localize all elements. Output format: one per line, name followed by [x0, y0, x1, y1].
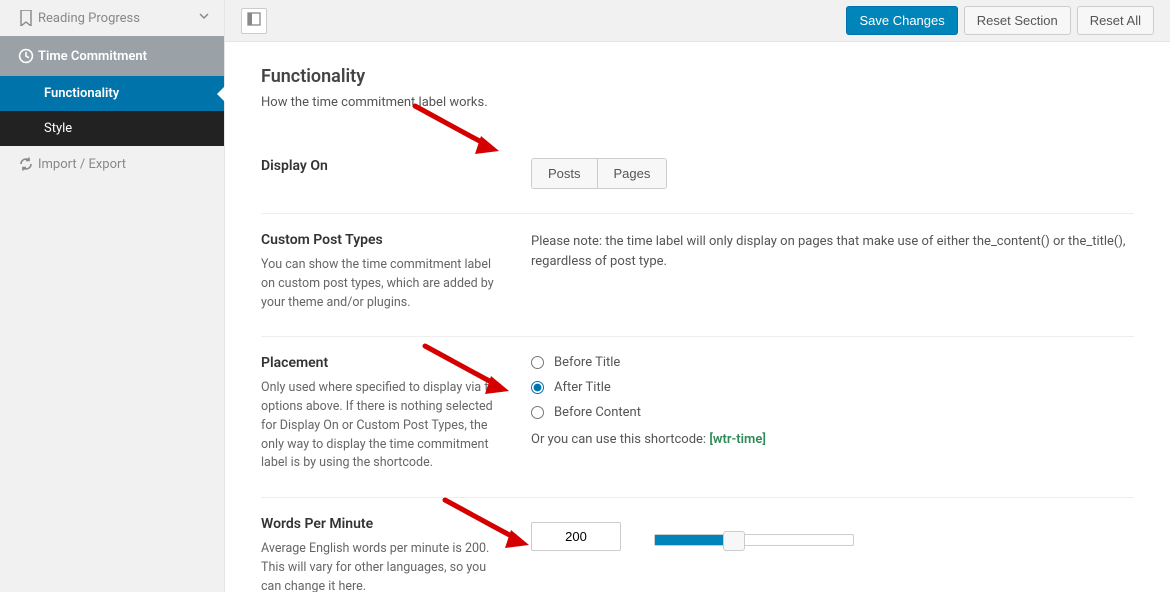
button-label: Reset Section — [977, 13, 1058, 28]
display-on-posts-button[interactable]: Posts — [532, 159, 597, 188]
option-label: Posts — [548, 166, 581, 181]
field-label: Custom Post Types — [261, 232, 507, 248]
sidebar-item-import-export[interactable]: Import / Export — [0, 146, 224, 182]
content-area: Save Changes Reset Section Reset All Fun… — [225, 0, 1170, 592]
wpm-slider[interactable] — [654, 534, 854, 546]
radio-input[interactable] — [531, 406, 544, 419]
option-label: Before Content — [554, 405, 641, 420]
reset-section-button[interactable]: Reset Section — [964, 6, 1071, 35]
panel-icon — [247, 12, 261, 30]
shortcode-value: [wtr-time] — [709, 432, 766, 447]
radio-input[interactable] — [531, 356, 544, 369]
sidebar-sub-label: Style — [44, 121, 72, 136]
placement-option-after-title[interactable]: After Title — [531, 380, 1134, 395]
section-desc: How the time commitment label works. — [261, 95, 1134, 110]
sidebar-sub-style[interactable]: Style — [0, 111, 224, 146]
field-desc: Only used where specified to display via… — [261, 379, 507, 473]
main-panel: Functionality How the time commitment la… — [225, 42, 1170, 592]
section-title: Functionality — [261, 66, 1134, 87]
field-words-per-minute: Words Per Minute Average English words p… — [261, 498, 1134, 592]
option-label: Before Title — [554, 355, 620, 370]
field-label: Placement — [261, 355, 507, 371]
sidebar-sub-label: Functionality — [44, 86, 119, 101]
save-changes-button[interactable]: Save Changes — [846, 6, 957, 35]
sidebar-sub-functionality[interactable]: Functionality — [0, 76, 224, 111]
button-label: Save Changes — [859, 13, 944, 28]
option-label: Pages — [614, 166, 651, 181]
settings-sidebar: Reading Progress Time Commitment Functio… — [0, 0, 225, 592]
refresh-icon — [14, 156, 38, 172]
field-custom-post-types: Custom Post Types You can show the time … — [261, 214, 1134, 337]
radio-input[interactable] — [531, 381, 544, 394]
sidebar-label: Time Commitment — [38, 49, 147, 64]
wpm-input[interactable] — [531, 522, 621, 551]
field-display-on: Display On Posts Pages — [261, 140, 1134, 214]
slider-track — [654, 534, 854, 546]
field-placement: Placement Only used where specified to d… — [261, 337, 1134, 498]
reset-all-button[interactable]: Reset All — [1077, 6, 1154, 35]
top-bar: Save Changes Reset Section Reset All — [225, 0, 1170, 42]
option-label: After Title — [554, 380, 611, 395]
expand-panel-button[interactable] — [241, 8, 267, 34]
field-desc: You can show the time commitment label o… — [261, 256, 507, 312]
sidebar-item-time-commitment[interactable]: Time Commitment — [0, 36, 224, 76]
field-label: Words Per Minute — [261, 516, 507, 532]
slider-thumb[interactable] — [723, 531, 745, 551]
shortcode-text: Or you can use this shortcode: — [531, 432, 706, 447]
field-note: Please note: the time label will only di… — [531, 232, 1134, 271]
display-on-pages-button[interactable]: Pages — [597, 159, 667, 188]
field-label: Display On — [261, 158, 507, 174]
field-desc: Average English words per minute is 200.… — [261, 540, 507, 592]
placement-shortcode-hint: Or you can use this shortcode: [wtr-time… — [531, 432, 1134, 447]
chevron-down-icon — [198, 10, 210, 26]
button-label: Reset All — [1090, 13, 1141, 28]
placement-option-before-content[interactable]: Before Content — [531, 405, 1134, 420]
sidebar-label: Import / Export — [38, 157, 210, 172]
clock-icon — [14, 48, 38, 64]
sidebar-item-reading-progress[interactable]: Reading Progress — [0, 0, 224, 36]
bookmark-icon — [14, 10, 38, 26]
display-on-toggle: Posts Pages — [531, 158, 667, 189]
slider-fill — [655, 535, 730, 545]
sidebar-label: Reading Progress — [38, 11, 198, 26]
placement-option-before-title[interactable]: Before Title — [531, 355, 1134, 370]
